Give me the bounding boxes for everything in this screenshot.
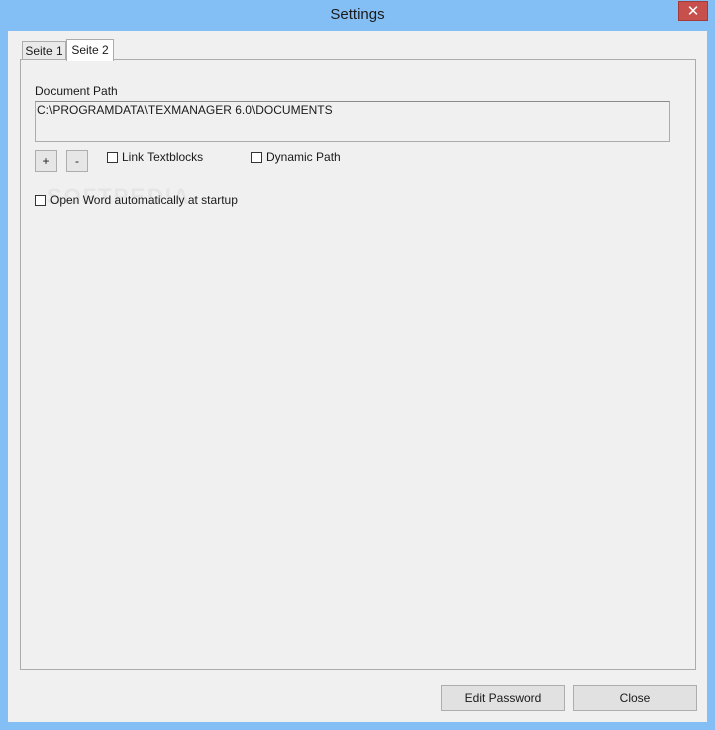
open-word-startup-checkbox[interactable]: Open Word automatically at startup	[35, 193, 238, 207]
edit-password-button[interactable]: Edit Password	[441, 685, 565, 711]
dynamic-path-label: Dynamic Path	[266, 150, 341, 164]
add-path-button[interactable]: +	[35, 150, 57, 172]
link-textblocks-checkbox[interactable]: Link Textblocks	[107, 150, 203, 164]
dynamic-path-checkbox-box[interactable]	[251, 151, 262, 163]
link-textblocks-checkbox-box[interactable]	[107, 151, 118, 163]
tab-seite-1[interactable]: Seite 1	[22, 41, 66, 60]
dialog-client-area: Seite 1 Seite 2 Document Path C:\PROGRAM…	[8, 31, 707, 722]
open-word-startup-label: Open Word automatically at startup	[50, 193, 238, 207]
tab-panel-seite-2: Document Path C:\PROGRAMDATA\TEXMANAGER …	[20, 59, 696, 670]
document-path-label: Document Path	[35, 84, 118, 98]
close-button[interactable]: Close	[573, 685, 697, 711]
document-path-item[interactable]: C:\PROGRAMDATA\TEXMANAGER 6.0\DOCUMENTS	[37, 103, 333, 117]
close-window-icon[interactable]: ✕	[678, 1, 708, 21]
title-bar[interactable]: Settings ✕	[0, 0, 715, 31]
window-title: Settings	[330, 6, 385, 23]
remove-path-button[interactable]: -	[66, 150, 88, 172]
link-textblocks-label: Link Textblocks	[122, 150, 204, 164]
tab-seite-2[interactable]: Seite 2	[66, 39, 114, 61]
document-path-list[interactable]: C:\PROGRAMDATA\TEXMANAGER 6.0\DOCUMENTS	[35, 101, 670, 142]
dynamic-path-checkbox[interactable]: Dynamic Path	[251, 150, 341, 164]
open-word-startup-checkbox-box[interactable]	[35, 194, 46, 206]
settings-window: Settings ✕ Seite 1 Seite 2 Document Path…	[0, 0, 715, 730]
